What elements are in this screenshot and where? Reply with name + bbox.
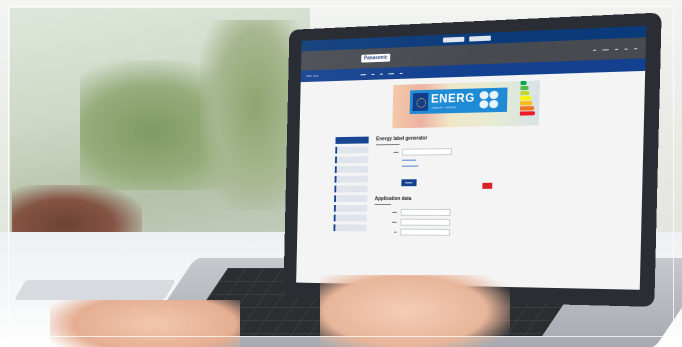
- right-hand: [320, 275, 510, 347]
- header-link[interactable]: ▬: [615, 47, 618, 51]
- laptop-screen: Panasonic ▬ ▬▬ ▬ ▬ ▬ PRO Club ▬▬ ▬ ▬ ▬▬ …: [296, 25, 647, 290]
- sidebar-item[interactable]: [333, 214, 367, 222]
- nav-item[interactable]: ▬: [400, 71, 403, 75]
- form-field[interactable]: [402, 148, 452, 156]
- nav-item[interactable]: ▬: [380, 72, 383, 76]
- sidebar-item[interactable]: [333, 204, 368, 212]
- energy-word: ENERG: [430, 90, 476, 106]
- nav-item[interactable]: ▬▬: [360, 72, 366, 76]
- section-title: Application data: [374, 196, 412, 203]
- main-panel: Energy label generator ▬▬▬▬▬▬▬▬▬▬ ▬▬ ▬▬▬…: [374, 134, 522, 240]
- sidebar-item[interactable]: [335, 146, 369, 154]
- form-field[interactable]: [400, 228, 451, 236]
- field-label: ▬▬: [391, 220, 397, 224]
- energy-scale-bar: [520, 96, 531, 101]
- form-row: ▬▬▬▬▬▬: [376, 157, 521, 162]
- energy-scale-bar: [520, 85, 529, 91]
- form-field[interactable]: [400, 208, 451, 216]
- energy-tagline: енергия · ενέργεια: [431, 105, 456, 110]
- field-label: ▬▬: [392, 210, 397, 214]
- energy-scale-bar: [520, 80, 527, 86]
- left-hand: [50, 300, 240, 347]
- sidebar-item[interactable]: [333, 224, 367, 232]
- badge-icon: [489, 90, 499, 100]
- energy-scale-bar: [520, 90, 530, 96]
- sidebar-item[interactable]: [334, 156, 369, 164]
- sidebar-item[interactable]: [334, 195, 368, 203]
- sidebar-item[interactable]: [335, 136, 369, 144]
- top-bar-button[interactable]: [468, 35, 491, 42]
- form-link[interactable]: ▬▬▬▬▬▬: [402, 158, 416, 161]
- laptop-lid: Panasonic ▬ ▬▬ ▬ ▬ ▬ PRO Club ▬▬ ▬ ▬ ▬▬ …: [283, 12, 662, 307]
- energy-banner: ENERG енергия · ενέργεια: [392, 80, 540, 129]
- badge-icon: [479, 91, 489, 100]
- header-link[interactable]: ▬: [624, 46, 627, 50]
- top-bar-button[interactable]: [442, 36, 464, 43]
- nav-item[interactable]: ▬▬: [388, 71, 394, 75]
- energy-scale-bar: [519, 106, 534, 111]
- header-link[interactable]: ▬: [593, 48, 596, 52]
- form-row: ▬▬: [376, 147, 521, 156]
- energy-class-badges: [479, 90, 499, 109]
- form-field[interactable]: [400, 218, 451, 226]
- header-link[interactable]: ▬: [634, 46, 637, 50]
- energy-scale: [519, 80, 536, 116]
- form-row: ▬▬▬▬▬▬▬: [375, 163, 520, 167]
- header-links: ▬ ▬▬ ▬ ▬ ▬: [593, 46, 637, 52]
- header-link[interactable]: ▬▬: [602, 47, 608, 51]
- form-row: ▬▬: [374, 208, 519, 216]
- application-section: Application data ▬▬▬▬▬▬▬ ▬▬ ▬▬ ▬: [374, 196, 520, 237]
- energy-scale-bar: [519, 111, 536, 116]
- generate-button[interactable]: ▬▬▬: [401, 179, 417, 187]
- field-label: ▬: [394, 230, 397, 234]
- badge-icon: [489, 99, 499, 109]
- sidebar-item[interactable]: [334, 185, 368, 193]
- eu-flag-icon: [412, 92, 429, 112]
- notebook: [14, 280, 176, 300]
- red-button[interactable]: [482, 182, 493, 189]
- form-row: ▬▬: [374, 218, 519, 227]
- energy-scale-bar: [520, 101, 533, 106]
- photo-scene: Panasonic ▬ ▬▬ ▬ ▬ ▬ PRO Club ▬▬ ▬ ▬ ▬▬ …: [0, 0, 682, 347]
- nav-item[interactable]: ▬: [372, 72, 375, 76]
- field-label: ▬▬: [393, 150, 399, 154]
- page-content: Energy label generator ▬▬▬▬▬▬▬▬▬▬ ▬▬ ▬▬▬…: [333, 132, 644, 236]
- energy-label: ENERG енергия · ενέργεια: [409, 87, 508, 115]
- sidebar-item[interactable]: [334, 175, 368, 183]
- sidebar-item[interactable]: [334, 165, 369, 173]
- badge-icon: [479, 100, 489, 109]
- form-row: ▬: [374, 228, 519, 236]
- sidebar: [333, 136, 369, 232]
- form-link[interactable]: ▬▬▬▬▬▬▬: [402, 164, 419, 167]
- brand-logo[interactable]: Panasonic: [361, 53, 391, 63]
- nav-subtitle: PRO Club: [306, 73, 319, 79]
- section-intro: ▬▬▬▬▬▬▬: [374, 202, 392, 206]
